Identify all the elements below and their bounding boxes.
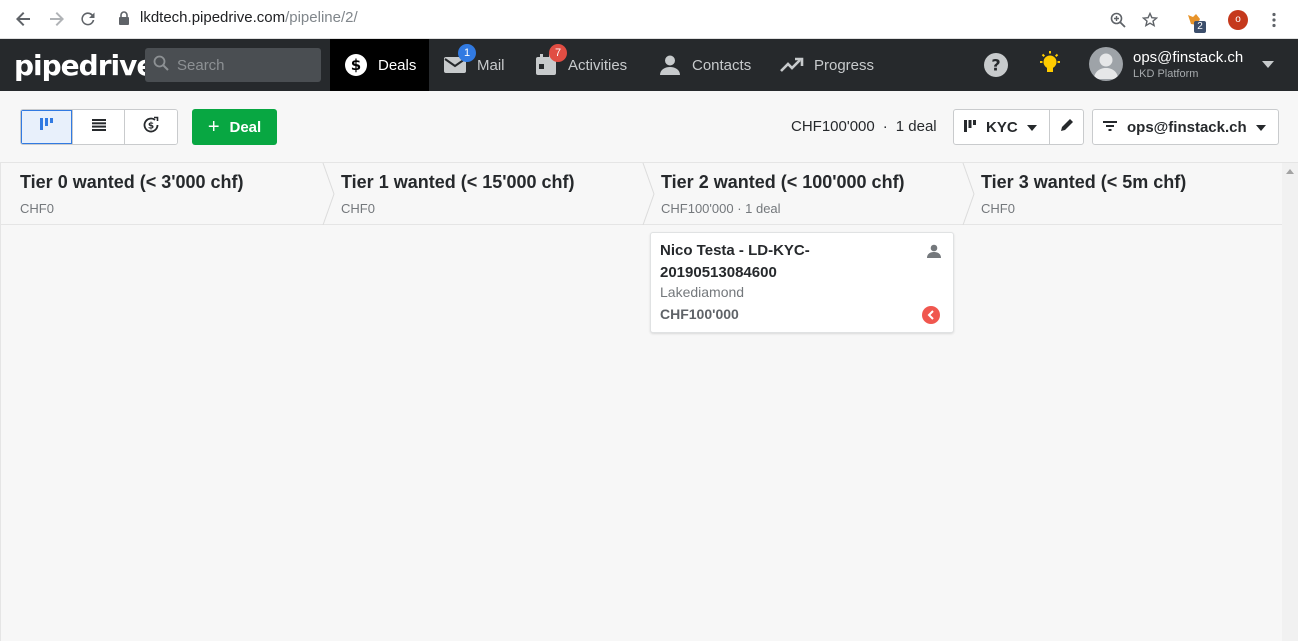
browser-toolbar: lkdtech.pipedrive.com/pipeline/2/ 2 o	[0, 0, 1298, 39]
add-deal-button[interactable]: + Deal	[192, 109, 277, 145]
pipeline-view-icon	[39, 117, 54, 137]
forecast-view-button[interactable]: $	[125, 110, 177, 144]
person-icon[interactable]	[927, 244, 941, 263]
deal-organization: Lakediamond	[660, 284, 745, 300]
nav-activities-label: Activities	[568, 56, 628, 74]
filter-select-value: ops@finstack.ch	[1127, 118, 1247, 136]
add-deal-label: Deal	[229, 118, 262, 136]
pipeline-select-value: KYC	[986, 118, 1018, 136]
profile-button[interactable]: o	[1222, 4, 1254, 36]
forward-arrow-icon[interactable]	[42, 5, 70, 33]
chevron-down-icon	[1027, 125, 1037, 131]
user-avatar	[1089, 47, 1123, 81]
deal-title[interactable]: Nico Testa - LD-KYC-20190513084600	[660, 240, 910, 284]
search-icon	[153, 55, 169, 76]
pipeline-icon	[964, 119, 976, 136]
list-view-button[interactable]	[73, 110, 125, 144]
stage-title: Tier 3 wanted (< 5m chf)	[981, 172, 1187, 192]
stage-title: Tier 0 wanted (< 3'000 chf)	[20, 172, 244, 192]
nav-activities[interactable]: 7 Activities	[520, 39, 641, 91]
search-input[interactable]	[177, 56, 307, 74]
pipeline-view-button[interactable]	[21, 110, 73, 144]
stage-title: Tier 2 wanted (< 100'000 chf)	[661, 172, 905, 192]
pipedrive-logo[interactable]: pipedrive	[14, 49, 155, 82]
mail-badge: 1	[458, 44, 476, 62]
nav-progress-label: Progress	[814, 56, 875, 74]
vertical-scrollbar[interactable]	[1282, 163, 1298, 641]
filter-icon	[1103, 119, 1117, 136]
activity-overdue-icon[interactable]	[922, 306, 940, 324]
dollar-icon: $	[344, 53, 368, 77]
nav-deals-label: Deals	[378, 56, 417, 74]
stage-divider-icon	[962, 163, 975, 225]
nav-mail-label: Mail	[477, 56, 505, 74]
stage-summary: CHF0	[981, 201, 1015, 216]
zoom-icon[interactable]	[1102, 4, 1134, 36]
user-menu-caret-icon[interactable]	[1262, 61, 1274, 68]
pipeline-select[interactable]: KYC	[953, 109, 1050, 145]
pipeline-toolbar: $ + Deal CHF100'000 · 1 deal KYC ops@finst…	[0, 91, 1298, 163]
filter-select[interactable]: ops@finstack.ch	[1092, 109, 1279, 145]
summary-value: CHF100'000	[791, 118, 875, 135]
bookmark-star-icon[interactable]	[1134, 4, 1166, 36]
reload-icon[interactable]	[74, 5, 102, 33]
more-menu-icon[interactable]	[1258, 4, 1290, 36]
deal-value: CHF100'000	[660, 306, 739, 322]
mail-icon: 1	[443, 44, 476, 77]
profile-avatar: o	[1228, 9, 1248, 30]
nav-contacts-label: Contacts	[692, 56, 752, 74]
extension-badge: 2	[1194, 20, 1206, 33]
plus-icon: +	[207, 115, 220, 138]
stage-title: Tier 1 wanted (< 15'000 chf)	[341, 172, 575, 192]
activities-badge: 7	[549, 44, 567, 62]
nav-contacts[interactable]: Contacts	[644, 39, 765, 91]
nav-deals[interactable]: $ Deals	[330, 39, 429, 91]
svg-text:?: ?	[991, 56, 1000, 75]
summary-separator: ·	[882, 118, 888, 135]
lightbulb-icon[interactable]	[1038, 51, 1062, 82]
stage-divider-icon	[642, 163, 655, 225]
stage-divider-icon	[322, 163, 335, 225]
nav-progress[interactable]: Progress	[766, 39, 888, 91]
pipeline-board: Tier 0 wanted (< 3'000 chf) CHF0 Tier 1 …	[0, 163, 1282, 641]
list-view-icon	[91, 118, 106, 136]
search-box[interactable]	[145, 48, 321, 82]
svg-text:$: $	[148, 121, 154, 131]
url-host: lkdtech.pipedrive.com	[140, 9, 286, 26]
address-bar[interactable]: lkdtech.pipedrive.com/pipeline/2/	[118, 9, 358, 26]
back-arrow-icon[interactable]	[10, 5, 38, 33]
url-path: /pipeline/2/	[285, 9, 358, 26]
view-switcher: $	[20, 109, 178, 145]
stage-summary: CHF0	[20, 201, 54, 216]
pencil-icon	[1060, 118, 1074, 137]
chevron-down-icon	[1256, 125, 1266, 131]
help-icon[interactable]: ?	[984, 53, 1008, 82]
person-icon	[658, 53, 682, 77]
trending-up-icon	[780, 53, 804, 77]
calendar-icon: 7	[534, 44, 567, 77]
user-menu[interactable]: ops@finstack.ch LKD Platform	[1089, 47, 1243, 81]
user-name: ops@finstack.ch	[1133, 48, 1244, 66]
extension-icon[interactable]: 2	[1178, 4, 1210, 36]
lock-icon	[118, 10, 132, 25]
svg-text:$: $	[351, 56, 361, 74]
app-navbar: pipedrive $ Deals 1 Mail 7 Activities Co…	[0, 39, 1298, 91]
stage-summary: CHF0	[341, 201, 375, 216]
scroll-up-arrow-icon[interactable]	[1286, 169, 1294, 174]
stage-summary: CHF100'000 · 1 deal	[661, 201, 781, 216]
user-company: LKD Platform	[1133, 67, 1199, 80]
nav-mail[interactable]: 1 Mail	[429, 39, 519, 91]
pipeline-summary: CHF100'000 · 1 deal	[791, 118, 937, 135]
edit-pipeline-button[interactable]	[1049, 109, 1084, 145]
browser-actions: 2 o	[1102, 0, 1298, 39]
summary-count: 1 deal	[895, 118, 937, 135]
deal-card[interactable]: Nico Testa - LD-KYC-20190513084600 Laked…	[650, 232, 954, 333]
forecast-view-icon: $	[142, 116, 160, 139]
